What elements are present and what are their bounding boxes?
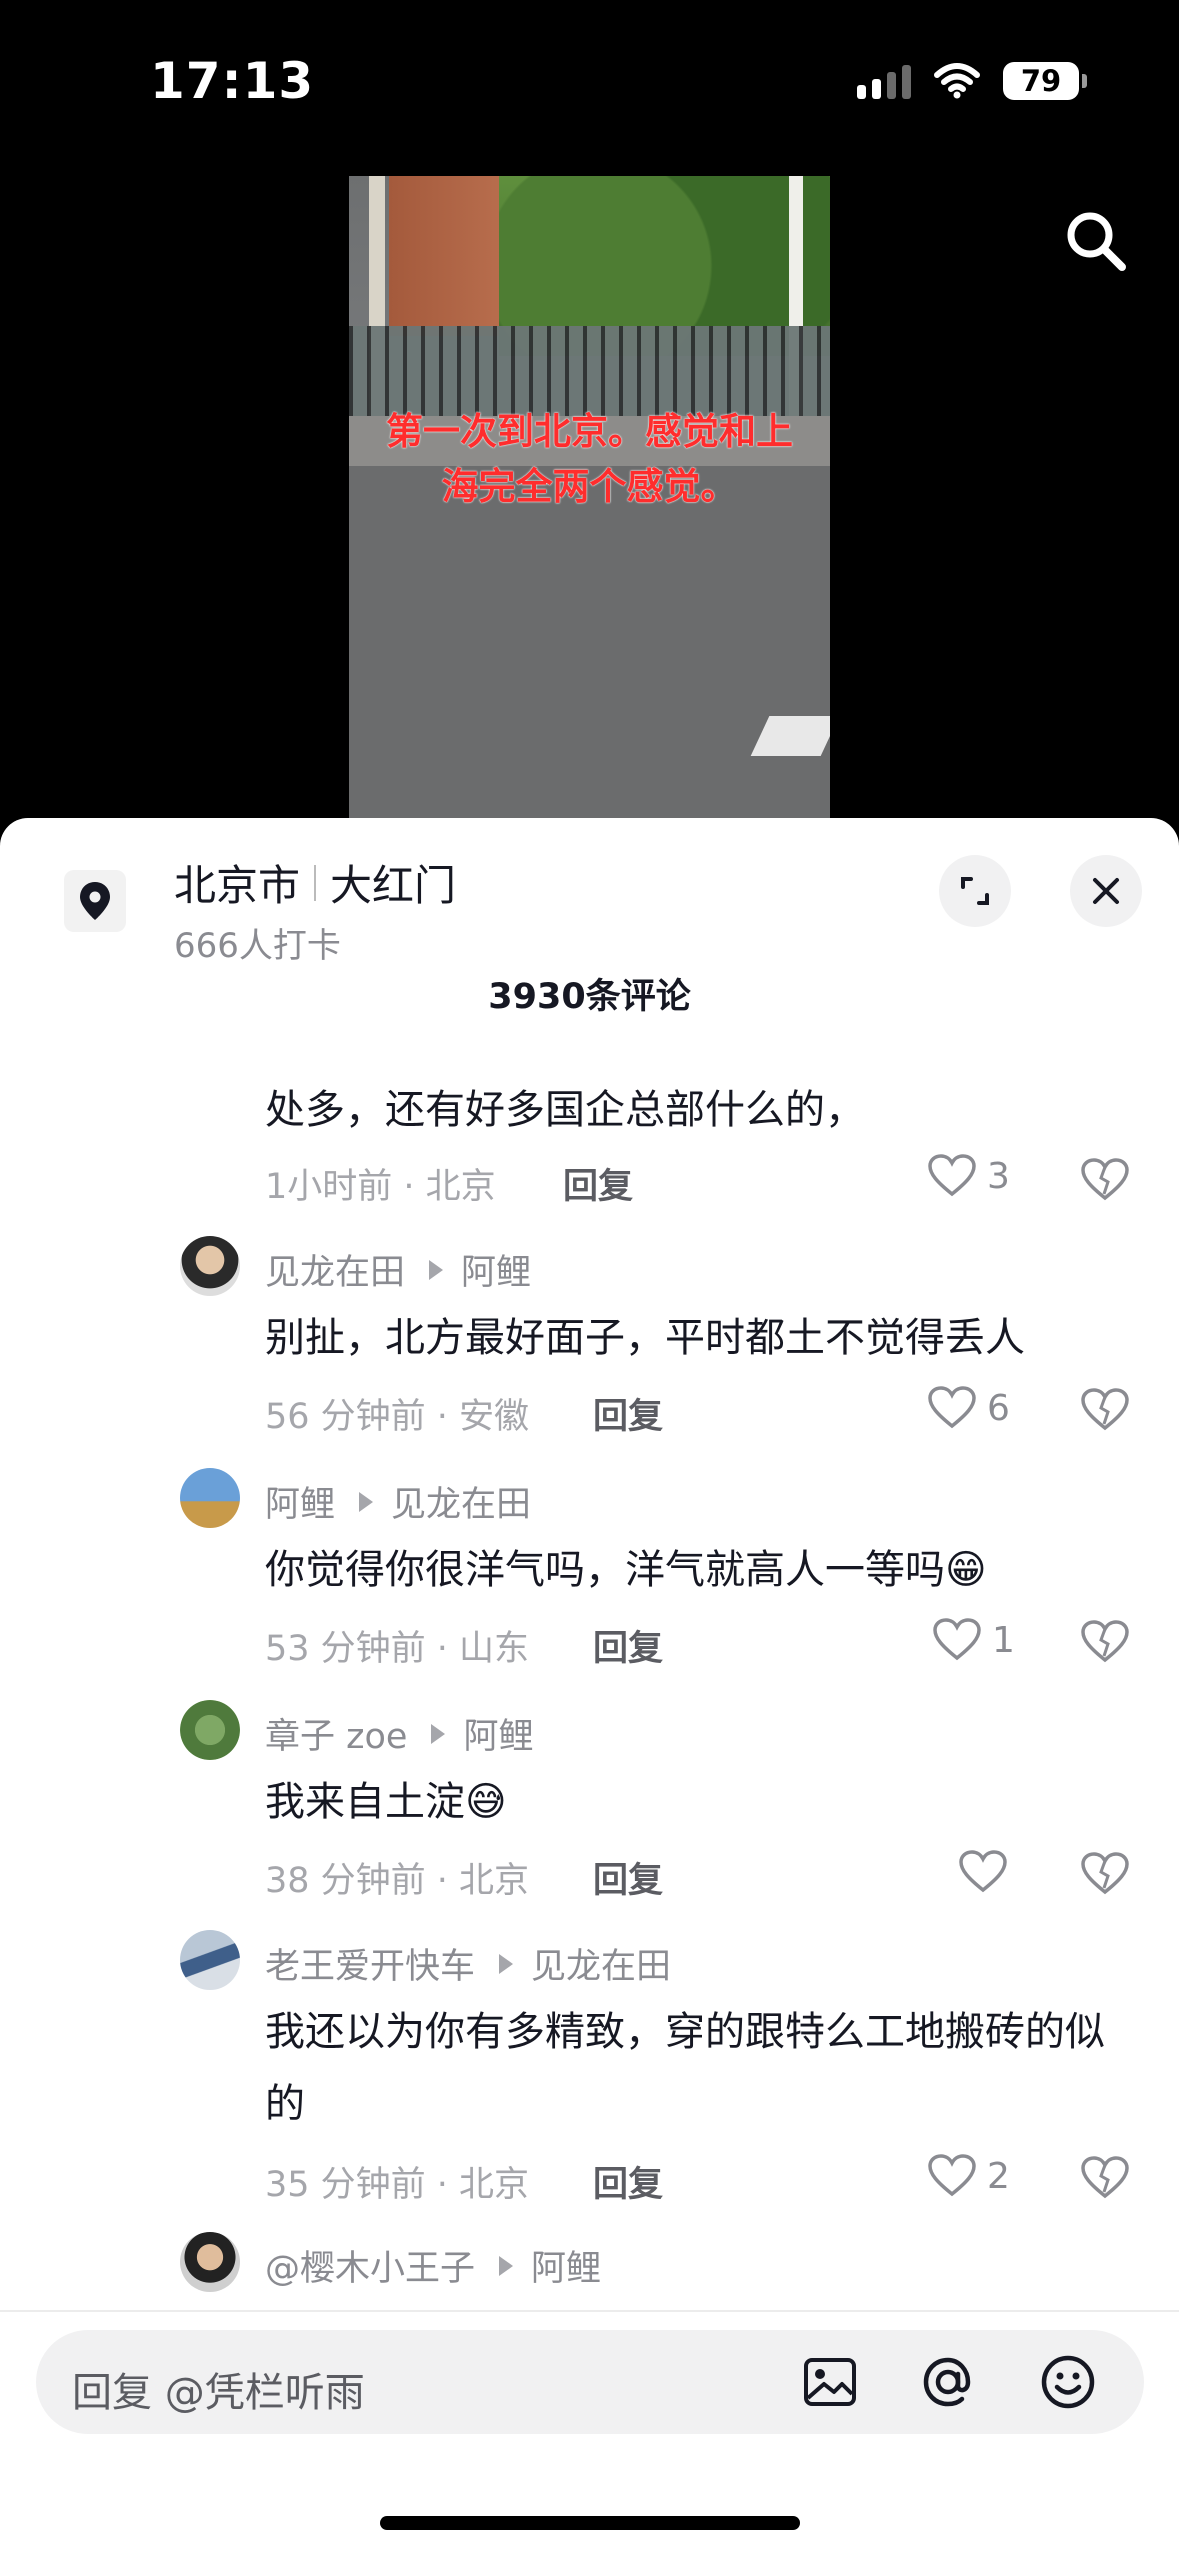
- reply-button[interactable]: 回复: [593, 1388, 663, 1439]
- comment-header: 阿鲤 见龙在田: [265, 1476, 531, 1527]
- app-screen: 17:13 79 第一次到北京。感觉和上海完全两个感觉。 北京市 大红门 666…: [0, 0, 1179, 2556]
- heart-icon: [959, 1850, 1007, 1893]
- reply-button[interactable]: 回复: [593, 2156, 663, 2207]
- status-indicators: 79: [857, 62, 1087, 100]
- comment-author[interactable]: 见龙在田: [265, 1244, 405, 1295]
- comment-reply-to[interactable]: 见龙在田: [531, 1938, 671, 1989]
- avatar[interactable]: [180, 1236, 240, 1296]
- wifi-icon: [934, 63, 980, 99]
- location-separator: [314, 864, 317, 901]
- like-count: 1: [992, 1619, 1015, 1661]
- comment-header: 章子 zoe 阿鲤: [265, 1708, 533, 1759]
- location-pin-icon: [64, 870, 126, 932]
- heart-icon: [933, 1618, 981, 1661]
- reply-button[interactable]: 回复: [593, 1620, 663, 1671]
- heart-icon: [928, 1154, 976, 1197]
- comment-text: 我还以为你有多精致，穿的跟特么工地搬砖的似的: [265, 2009, 1105, 2127]
- comment-meta: 35 分钟前 · 北京: [265, 2165, 530, 2205]
- reply-input-bar[interactable]: 回复 @凭栏听雨: [36, 2330, 1144, 2434]
- comment-meta: 56 分钟前 · 安徽: [265, 1397, 530, 1437]
- comment-header: @樱木小王子 阿鲤: [265, 2240, 601, 2291]
- expand-icon: [961, 877, 989, 905]
- comment-text: 你觉得你很洋气吗，洋气就高人一等吗😁: [265, 1547, 987, 1593]
- reply-input-placeholder[interactable]: 回复 @凭栏听雨: [72, 2360, 365, 2418]
- reply-arrow-icon: [429, 1259, 444, 1280]
- like-button[interactable]: [958, 1850, 1018, 1894]
- comment-reply-to[interactable]: 见龙在田: [391, 1476, 531, 1527]
- image-icon[interactable]: [800, 2352, 860, 2412]
- location-place: 大红门: [330, 861, 457, 910]
- video-caption: 第一次到北京。感觉和上海完全两个感觉。: [386, 410, 793, 508]
- comment-header: 见龙在田 阿鲤: [265, 1244, 531, 1295]
- broken-heart-icon[interactable]: [1080, 1620, 1130, 1664]
- comment-author[interactable]: 老王爱开快车: [265, 1938, 475, 1989]
- location-checkins: 666人打卡: [174, 926, 341, 966]
- avatar[interactable]: [180, 1468, 240, 1528]
- search-icon[interactable]: [1060, 205, 1132, 277]
- like-count: 2: [987, 2155, 1010, 2197]
- broken-heart-icon[interactable]: [1080, 1388, 1130, 1432]
- cellular-signal-icon: [857, 63, 911, 99]
- comment-header: 老王爱开快车 见龙在田: [265, 1938, 671, 1989]
- comment-text: 我来自土淀😅: [265, 1779, 507, 1825]
- comment-reply-to[interactable]: 阿鲤: [531, 2240, 601, 2291]
- comment-author[interactable]: 章子 zoe: [265, 1708, 407, 1759]
- avatar[interactable]: [180, 1930, 240, 1990]
- battery-level: 79: [1020, 64, 1062, 98]
- video-thumbnail[interactable]: 第一次到北京。感觉和上海完全两个感觉。: [349, 176, 830, 826]
- comment-meta: 1小时前 · 北京: [265, 1167, 496, 1207]
- at-icon[interactable]: [918, 2352, 978, 2412]
- avatar[interactable]: [180, 1700, 240, 1760]
- comment-reply-to[interactable]: 阿鲤: [461, 1244, 531, 1295]
- like-button[interactable]: 6: [927, 1386, 1010, 1430]
- comment-meta: 38 分钟前 · 北京: [265, 1861, 530, 1901]
- like-button[interactable]: 3: [927, 1154, 1010, 1198]
- home-indicator[interactable]: [380, 2516, 800, 2530]
- input-divider: [0, 2310, 1179, 2312]
- like-count: 3: [987, 1155, 1010, 1197]
- like-button[interactable]: 1: [932, 1618, 1015, 1662]
- comment-author[interactable]: 阿鲤: [265, 1476, 335, 1527]
- comment-count: 3930条评论: [488, 977, 691, 1017]
- expand-button[interactable]: [939, 855, 1011, 927]
- like-button[interactable]: 2: [927, 2154, 1010, 2198]
- comment-text: 别扯，北方最好面子，平时都土不觉得丢人: [265, 1315, 1025, 1361]
- like-count: 6: [987, 1387, 1010, 1429]
- heart-icon: [928, 2154, 976, 2197]
- location-title[interactable]: 北京市 大红门: [174, 852, 456, 913]
- reply-arrow-icon: [431, 1723, 446, 1744]
- close-button[interactable]: [1070, 855, 1142, 927]
- reply-button[interactable]: 回复: [563, 1158, 633, 1209]
- reply-arrow-icon: [359, 1491, 374, 1512]
- status-time: 17:13: [150, 52, 315, 110]
- comment-author[interactable]: @樱木小王子: [265, 2240, 475, 2291]
- close-icon: [1093, 878, 1119, 904]
- reply-arrow-icon: [499, 2255, 514, 2276]
- comment-reply-to[interactable]: 阿鲤: [463, 1708, 533, 1759]
- broken-heart-icon[interactable]: [1080, 1852, 1130, 1896]
- battery-indicator: 79: [1003, 62, 1087, 100]
- broken-heart-icon[interactable]: [1080, 1158, 1130, 1202]
- emoji-icon[interactable]: [1038, 2352, 1098, 2412]
- reply-button[interactable]: 回复: [593, 1852, 663, 1903]
- comment-meta: 53 分钟前 · 山东: [265, 1629, 530, 1669]
- location-city: 北京市: [174, 861, 301, 910]
- heart-icon: [928, 1386, 976, 1429]
- broken-heart-icon[interactable]: [1080, 2156, 1130, 2200]
- avatar[interactable]: [180, 2232, 240, 2292]
- comment-text-partial: 处多，还有好多国企总部什么的，: [265, 1087, 865, 1133]
- reply-arrow-icon: [499, 1953, 514, 1974]
